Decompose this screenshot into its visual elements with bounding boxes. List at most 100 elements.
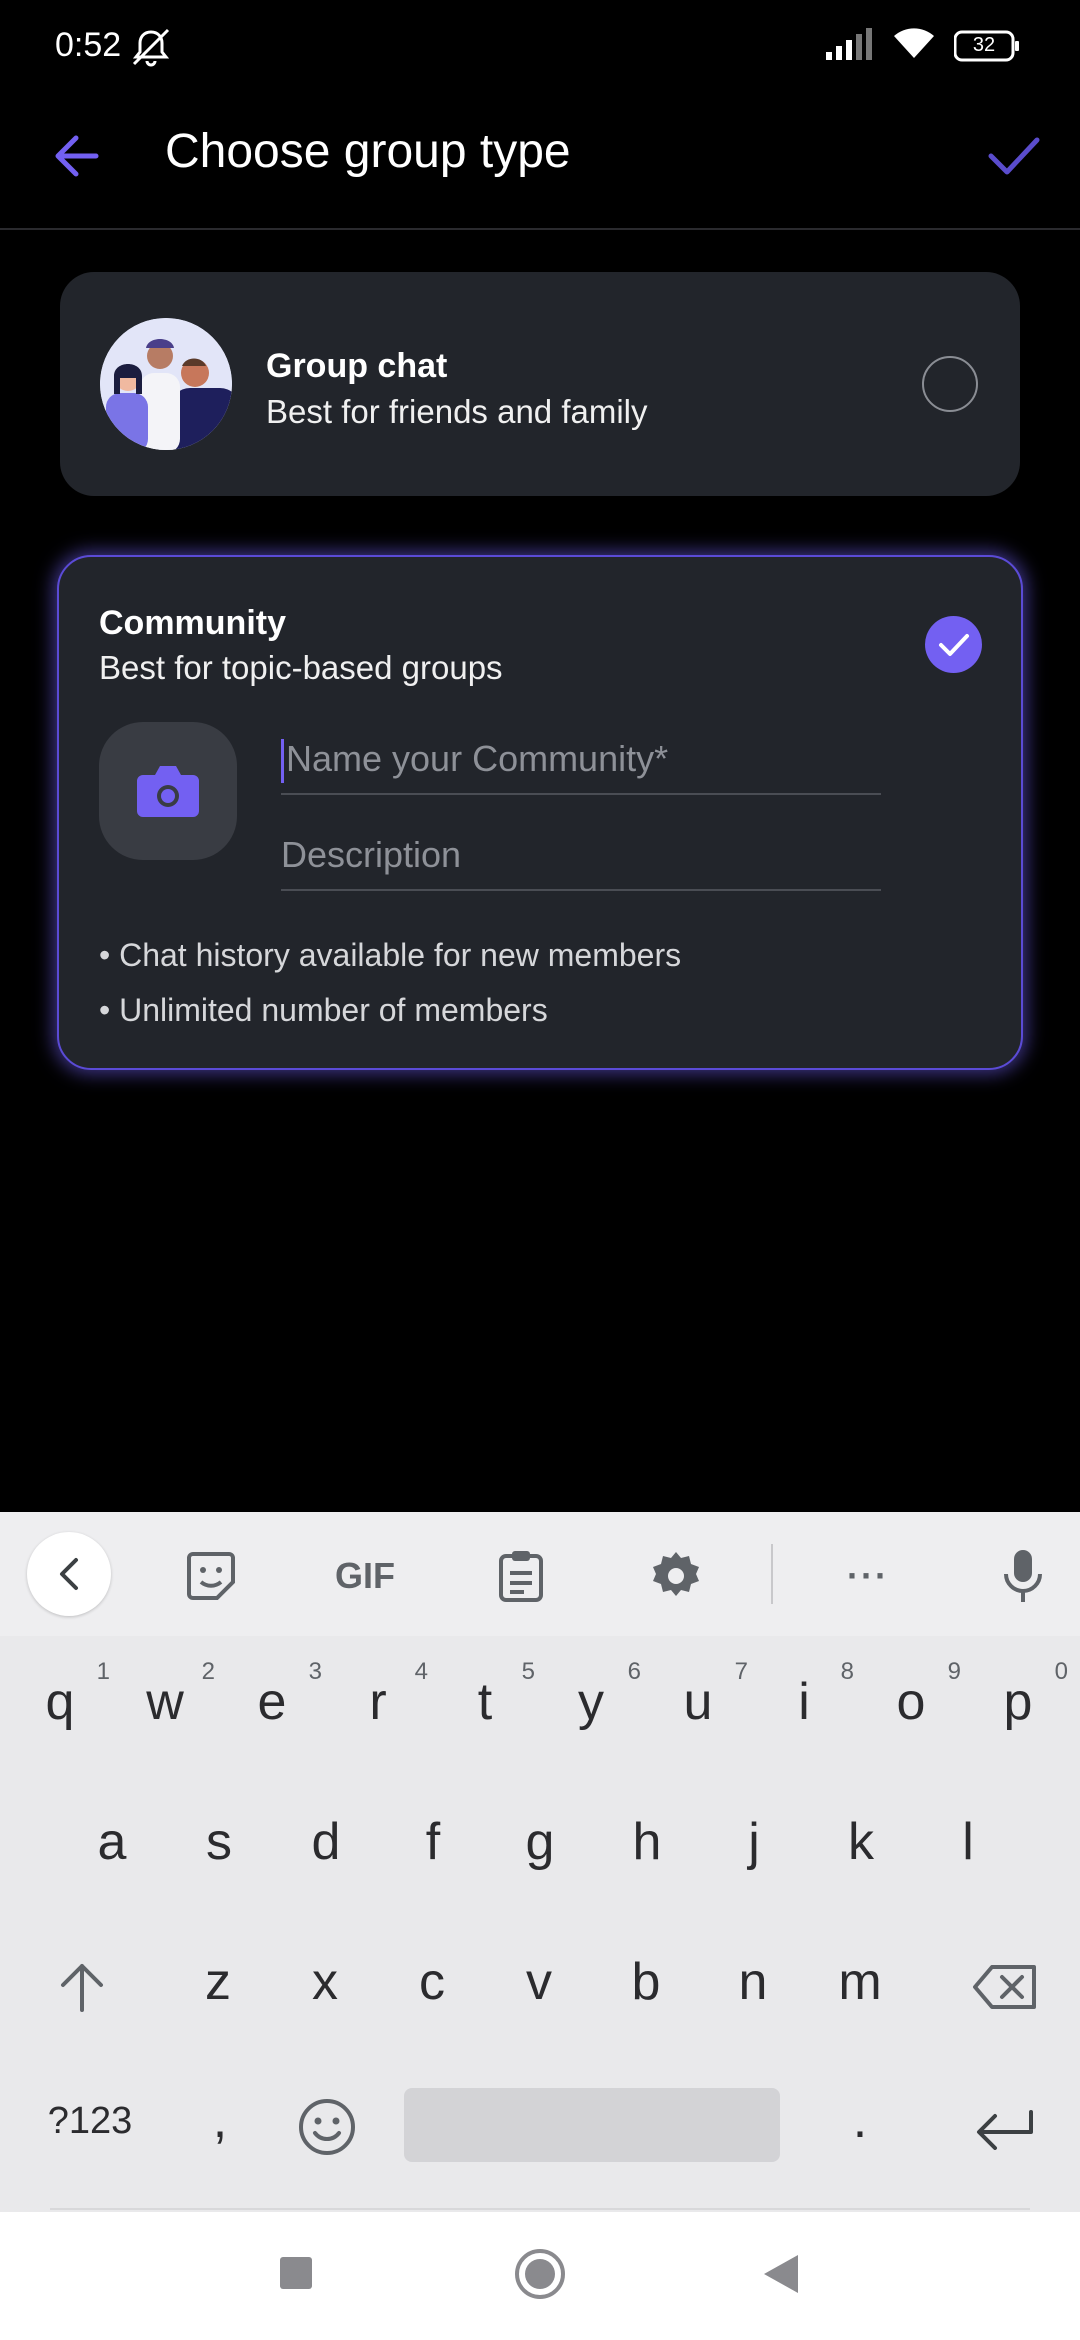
key-f[interactable]: f bbox=[383, 1812, 483, 1872]
recents-button[interactable] bbox=[279, 2256, 313, 2295]
done-button[interactable] bbox=[978, 120, 1050, 192]
arrow-left-icon bbox=[55, 135, 99, 177]
key-hint: 2 bbox=[201, 1658, 215, 1685]
key-w[interactable]: w2 bbox=[115, 1658, 215, 1732]
key-v[interactable]: v bbox=[489, 1952, 589, 2012]
community-description-placeholder: Description bbox=[281, 834, 462, 875]
key-h[interactable]: h bbox=[597, 1812, 697, 1872]
symbols-key[interactable]: ?123 bbox=[35, 2100, 145, 2143]
group-chat-subtitle: Best for friends and family bbox=[266, 393, 648, 430]
enter-key[interactable] bbox=[955, 2094, 1055, 2164]
comma-key[interactable]: , bbox=[170, 2090, 270, 2150]
microphone-icon bbox=[1004, 1550, 1042, 1602]
community-selected-check[interactable] bbox=[925, 616, 982, 673]
gear-icon bbox=[653, 1552, 699, 1596]
key-e[interactable]: e3 bbox=[222, 1658, 322, 1732]
key-d[interactable]: d bbox=[276, 1812, 376, 1872]
key-u[interactable]: u7 bbox=[648, 1658, 748, 1732]
key-j[interactable]: j bbox=[704, 1812, 804, 1872]
group-chat-illustration bbox=[100, 318, 232, 450]
key-hint: 3 bbox=[308, 1658, 322, 1685]
key-label: w bbox=[146, 1673, 184, 1731]
key-p[interactable]: p0 bbox=[968, 1658, 1068, 1732]
text-cursor bbox=[281, 739, 284, 784]
camera-icon bbox=[137, 766, 199, 817]
clipboard-icon bbox=[499, 1551, 543, 1602]
sticker-button[interactable] bbox=[171, 1536, 251, 1616]
key-label: e bbox=[257, 1673, 287, 1731]
key-o[interactable]: o9 bbox=[861, 1658, 961, 1732]
key-s[interactable]: s bbox=[169, 1812, 269, 1872]
key-label: u bbox=[683, 1673, 713, 1731]
key-b[interactable]: b bbox=[596, 1952, 696, 2012]
keyboard-collapse-button[interactable] bbox=[27, 1532, 111, 1616]
key-label: q bbox=[45, 1673, 75, 1731]
more-button[interactable]: ··· bbox=[828, 1536, 908, 1616]
key-r[interactable]: r4 bbox=[328, 1658, 428, 1732]
key-hint: 9 bbox=[947, 1658, 961, 1685]
key-c[interactable]: c bbox=[382, 1952, 482, 2012]
key-hint: 1 bbox=[96, 1658, 110, 1685]
back-nav-button[interactable] bbox=[762, 2253, 800, 2300]
keyboard-bottom-divider bbox=[50, 2208, 1030, 2210]
key-y[interactable]: y6 bbox=[541, 1658, 641, 1732]
community-title: Community bbox=[99, 604, 286, 642]
gif-label: GIF bbox=[335, 1555, 395, 1596]
home-circle-icon bbox=[515, 2249, 565, 2299]
key-a[interactable]: a bbox=[62, 1812, 162, 1872]
key-hint: 5 bbox=[521, 1658, 535, 1685]
key-i[interactable]: i8 bbox=[754, 1658, 854, 1732]
arrow-up-icon bbox=[61, 1964, 103, 2012]
key-label: y bbox=[578, 1673, 604, 1731]
backspace-icon bbox=[973, 1965, 1036, 2009]
key-hint: 4 bbox=[414, 1658, 428, 1685]
key-z[interactable]: z bbox=[168, 1952, 268, 2012]
chevron-left-icon bbox=[60, 1558, 78, 1590]
more-icon: ··· bbox=[847, 1555, 889, 1596]
app-bar bbox=[0, 0, 1080, 230]
gif-button[interactable]: GIF bbox=[325, 1536, 405, 1616]
key-n[interactable]: n bbox=[703, 1952, 803, 2012]
checkmark-icon bbox=[988, 137, 1040, 175]
voice-input-button[interactable] bbox=[983, 1536, 1063, 1616]
back-button[interactable] bbox=[40, 120, 112, 192]
group-chat-title: Group chat bbox=[266, 347, 448, 385]
key-label: r bbox=[369, 1673, 387, 1731]
check-icon bbox=[938, 633, 969, 656]
page-title: Choose group type bbox=[165, 125, 571, 178]
shift-key[interactable] bbox=[37, 1952, 127, 2022]
key-hint: 0 bbox=[1054, 1658, 1068, 1685]
key-k[interactable]: k bbox=[811, 1812, 911, 1872]
community-subtitle: Best for topic-based groups bbox=[99, 649, 503, 686]
home-button[interactable] bbox=[514, 2248, 566, 2305]
feature-bullet: • Unlimited number of members bbox=[99, 992, 548, 1028]
clipboard-button[interactable] bbox=[481, 1536, 561, 1616]
key-t[interactable]: t5 bbox=[435, 1658, 535, 1732]
community-name-placeholder: Name your Community* bbox=[286, 738, 669, 779]
key-g[interactable]: g bbox=[490, 1812, 590, 1872]
settings-button[interactable] bbox=[636, 1536, 716, 1616]
key-label: o bbox=[896, 1673, 926, 1731]
key-label: i bbox=[798, 1673, 810, 1731]
key-q[interactable]: q1 bbox=[10, 1658, 110, 1732]
group-chat-radio[interactable] bbox=[922, 356, 978, 412]
key-l[interactable]: l bbox=[918, 1812, 1018, 1872]
key-m[interactable]: m bbox=[810, 1952, 910, 2012]
key-hint: 6 bbox=[627, 1658, 641, 1685]
feature-bullet: • Chat history available for new members bbox=[99, 937, 682, 973]
square-icon bbox=[280, 2257, 312, 2289]
key-hint: 8 bbox=[840, 1658, 854, 1685]
period-key[interactable]: . bbox=[810, 2090, 910, 2150]
key-x[interactable]: x bbox=[275, 1952, 375, 2012]
key-label: p bbox=[1003, 1673, 1033, 1731]
space-key[interactable] bbox=[404, 2088, 780, 2162]
community-photo-button[interactable] bbox=[99, 722, 237, 860]
emoji-key[interactable] bbox=[292, 2092, 362, 2162]
community-description-input[interactable]: Description bbox=[281, 834, 881, 891]
key-hint: 7 bbox=[734, 1658, 748, 1685]
sticker-icon bbox=[187, 1552, 235, 1600]
community-name-input[interactable]: Name your Community* bbox=[281, 738, 881, 795]
key-label: t bbox=[477, 1673, 493, 1731]
backspace-key[interactable] bbox=[955, 1952, 1055, 2022]
emoji-icon bbox=[299, 2099, 355, 2155]
